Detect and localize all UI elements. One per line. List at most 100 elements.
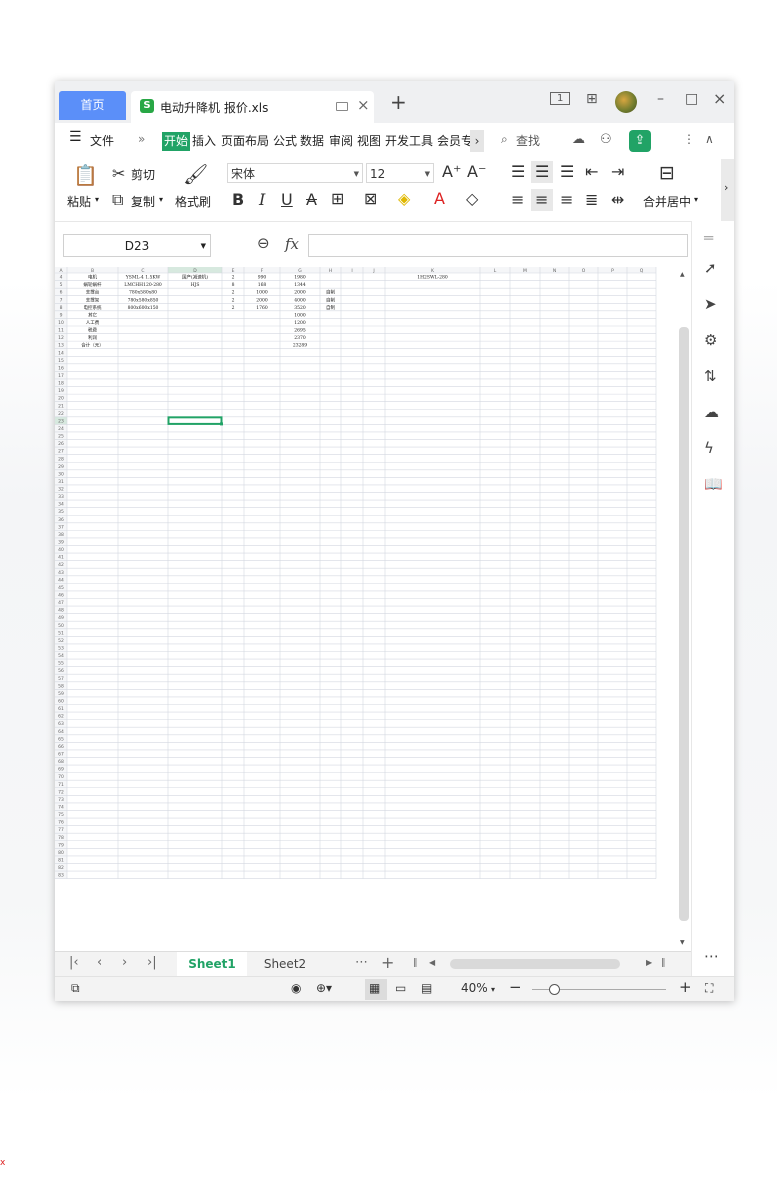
menu-scroll-right-icon[interactable]: › — [470, 130, 484, 152]
double-chevron-icon[interactable]: » — [138, 132, 145, 146]
fullscreen-icon[interactable]: ⛶ — [705, 981, 713, 996]
more-sheets-icon[interactable]: ⋯ — [355, 955, 368, 970]
font-color-icon[interactable]: A — [434, 189, 445, 208]
strikethrough-icon[interactable]: A — [306, 190, 317, 209]
tab-sheet1[interactable]: Sheet1 — [177, 952, 247, 976]
cut-button[interactable]: 剪切 — [131, 166, 155, 183]
close-tab-icon[interactable]: × — [357, 96, 370, 114]
zoom-dropdown-icon[interactable]: ▾ — [491, 985, 495, 994]
align-center-icon[interactable]: ≡ — [535, 190, 548, 209]
add-user-icon[interactable]: ⚇ — [600, 132, 612, 147]
borders-icon[interactable]: ⊞ — [331, 189, 344, 208]
cloud-sync-icon[interactable]: ☁ — [572, 132, 585, 147]
maximize-button[interactable]: □ — [685, 91, 698, 107]
ribbon-scroll-right[interactable]: › — [721, 159, 734, 221]
prev-sheet-icon[interactable]: ‹ — [97, 955, 102, 970]
menu-insert[interactable]: 插入 — [192, 132, 216, 149]
backup-icon[interactable]: ☁ — [704, 403, 719, 421]
home-tab[interactable]: 首页 — [59, 91, 126, 120]
scroll-right-icon[interactable]: ▶ — [646, 958, 652, 967]
align-bottom-icon[interactable]: ☰ — [560, 162, 574, 181]
first-sheet-icon[interactable]: |‹ — [69, 955, 79, 970]
menu-developer[interactable]: 开发工具 — [385, 132, 433, 149]
increase-font-icon[interactable]: A⁺ — [442, 162, 461, 181]
convert-icon[interactable]: ⇅ — [704, 367, 717, 385]
fill-pattern-icon[interactable]: ⊠ — [364, 189, 377, 208]
menu-data[interactable]: 数据 — [300, 132, 324, 149]
align-left-icon[interactable]: ≡ — [511, 190, 524, 209]
document-tab[interactable]: S 电动升降机 报价.xls × — [131, 91, 374, 123]
font-name-select[interactable]: 宋体 ▼ — [227, 163, 363, 183]
window-count-icon[interactable]: 1 — [550, 92, 571, 105]
bold-icon[interactable]: B — [232, 190, 244, 209]
formula-input[interactable] — [308, 234, 688, 257]
apps-grid-icon[interactable]: ⊞ — [586, 91, 598, 107]
zoom-level[interactable]: 40% — [461, 981, 488, 995]
underline-icon[interactable]: U — [281, 190, 293, 209]
copy-icon[interactable]: ⧉ — [112, 190, 123, 210]
avatar[interactable] — [615, 91, 637, 113]
monitor-icon[interactable] — [336, 102, 348, 111]
splitter-icon[interactable]: ‖ — [661, 958, 666, 968]
search-label[interactable]: 查找 — [516, 132, 540, 149]
select-cursor-icon[interactable]: ➤ — [704, 295, 717, 313]
close-window-button[interactable]: × — [713, 89, 726, 108]
vertical-scrollbar[interactable]: ▲ ▼ — [677, 267, 691, 951]
next-sheet-icon[interactable]: › — [122, 955, 127, 970]
copy-button[interactable]: 复制 — [131, 193, 155, 210]
eye-protection-icon[interactable]: ◉ — [291, 981, 301, 995]
search-icon[interactable]: ⌕ — [501, 132, 508, 147]
merge-dropdown-icon[interactable]: ▾ — [694, 195, 698, 204]
merge-cells-icon[interactable]: ⊟ — [659, 162, 675, 184]
scroll-left-icon[interactable]: ◀ — [429, 958, 435, 967]
last-sheet-icon[interactable]: ›| — [147, 955, 157, 970]
page-layout-view-icon[interactable]: ▭ — [395, 981, 406, 995]
macro-icon[interactable]: ⧉ — [71, 981, 80, 996]
rocket-icon[interactable]: ➚ — [704, 259, 717, 277]
menu-page-layout[interactable]: 页面布局 — [221, 132, 269, 149]
menu-review[interactable]: 审阅 — [329, 132, 353, 149]
increase-indent-icon[interactable]: ⇥ — [611, 162, 624, 181]
lightning-icon[interactable]: ϟ — [704, 439, 714, 457]
vertical-scroll-thumb[interactable] — [679, 327, 689, 921]
justify-icon[interactable]: ≣ — [585, 190, 598, 209]
menu-home-tab[interactable]: 开始 — [162, 132, 190, 151]
zoom-in-button[interactable]: + — [679, 978, 692, 996]
paste-dropdown-icon[interactable]: ▾ — [95, 195, 99, 204]
properties-icon[interactable]: ⚙ — [704, 331, 717, 349]
menu-member[interactable]: 会员专 — [437, 132, 470, 149]
tab-sheet2[interactable]: Sheet2 — [251, 952, 319, 976]
fill-color-icon[interactable]: ◈ — [398, 189, 410, 208]
page-break-view-icon[interactable]: ▤ — [421, 981, 432, 995]
align-top-icon[interactable]: ☰ — [511, 162, 525, 181]
align-middle-icon[interactable]: ☰ — [535, 162, 549, 181]
more-options-icon[interactable]: ⋯ — [704, 947, 719, 965]
distributed-icon[interactable]: ⇹ — [611, 190, 624, 209]
zoom-out-button[interactable]: − — [509, 978, 522, 996]
menu-file[interactable]: 文件 — [90, 132, 114, 149]
share-button[interactable]: ⇪ — [629, 130, 651, 152]
more-vertical-icon[interactable]: ⋮ — [683, 132, 695, 146]
merge-center-button[interactable]: 合并居中 — [643, 193, 691, 210]
splitter-icon[interactable]: ‖ — [413, 958, 418, 968]
copy-dropdown-icon[interactable]: ▾ — [159, 195, 163, 204]
new-tab-button[interactable]: + — [390, 92, 407, 112]
menu-view[interactable]: 视图 — [357, 132, 381, 149]
freeze-icon[interactable]: ⊕▾ — [316, 981, 332, 995]
add-sheet-button[interactable]: + — [381, 953, 394, 972]
menu-formulas[interactable]: 公式 — [273, 132, 297, 149]
zoom-formula-icon[interactable]: ⊖ — [257, 234, 270, 252]
paste-icon[interactable]: 📋 — [73, 163, 98, 187]
minimize-button[interactable]: – — [657, 91, 664, 107]
zoom-slider-handle[interactable] — [549, 984, 560, 995]
format-painter-button[interactable]: 格式刷 — [175, 193, 211, 210]
scroll-down-icon[interactable]: ▼ — [680, 939, 685, 946]
horizontal-scroll-thumb[interactable] — [450, 959, 620, 969]
format-painter-icon[interactable]: 🖌 — [183, 162, 208, 186]
clear-format-icon[interactable]: ◇ — [466, 189, 478, 208]
worksheet-grid[interactable]: A B C D E F G H I J K L M N O P Q 4 5 6 7 8 9 10 11 12 13 14 15 16 17 1… — [55, 267, 677, 951]
read-mode-icon[interactable]: 📖 — [704, 475, 723, 493]
decrease-font-icon[interactable]: A⁻ — [467, 162, 486, 181]
italic-icon[interactable]: I — [259, 190, 265, 209]
normal-view-icon[interactable]: ▦ — [369, 981, 380, 995]
